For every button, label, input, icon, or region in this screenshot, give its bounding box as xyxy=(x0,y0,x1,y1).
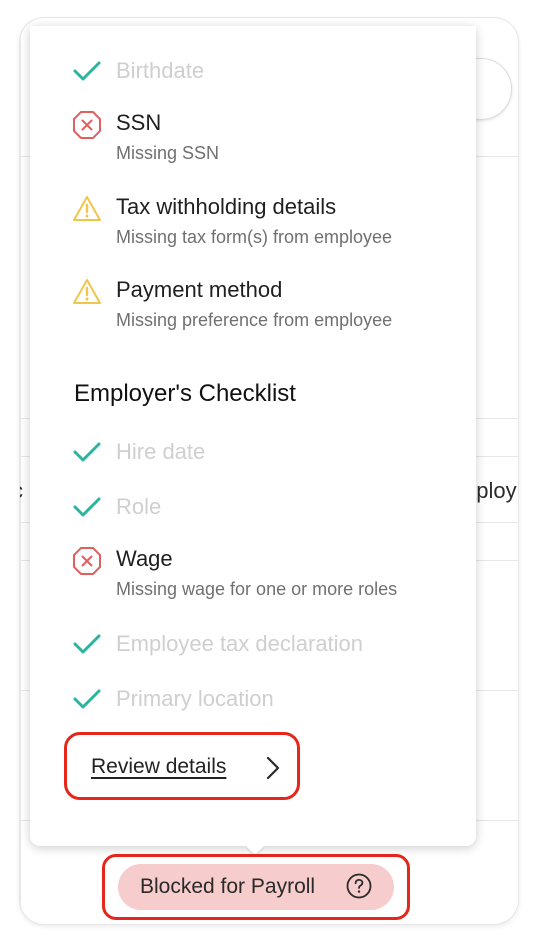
error-octagon-icon xyxy=(73,547,101,575)
checklist-item-title: Role xyxy=(116,494,162,519)
payroll-checklist-popover: Birthdate SSN Missing SSN Tax withholdin… xyxy=(30,26,476,846)
warning-triangle-icon xyxy=(73,196,101,221)
check-icon xyxy=(73,61,101,81)
error-octagon-icon xyxy=(73,111,101,139)
review-details-label: Review details xyxy=(91,755,227,778)
check-icon xyxy=(73,689,101,709)
check-icon xyxy=(73,634,101,654)
check-icon xyxy=(73,442,101,462)
checklist-item-title: Birthdate xyxy=(116,58,205,83)
checklist-item-title: Primary location xyxy=(116,686,274,711)
warning-triangle-icon xyxy=(73,279,101,304)
help-circle-icon[interactable] xyxy=(346,873,372,899)
checklist-item-title: Wage xyxy=(116,546,173,571)
table-cell: c xyxy=(20,478,23,504)
check-icon xyxy=(73,497,101,517)
checklist-item-title: Hire date xyxy=(116,439,206,464)
review-details-link[interactable]: Review details xyxy=(64,732,300,800)
employer-checklist-heading: Employer's Checklist xyxy=(74,380,296,407)
status-badge-highlight: Blocked for Payroll xyxy=(102,854,410,920)
status-badge-label: Blocked for Payroll xyxy=(140,875,316,898)
checklist-item-subtitle: Missing tax form(s) from employee xyxy=(116,227,393,247)
blocked-for-payroll-badge[interactable]: Blocked for Payroll xyxy=(118,864,394,910)
checklist-item-title: SSN xyxy=(116,110,162,135)
checklist-item-title: Payment method xyxy=(116,277,283,302)
divider xyxy=(20,18,21,924)
chevron-right-icon xyxy=(266,756,280,780)
checklist-item-subtitle: Missing wage for one or more roles xyxy=(116,579,398,599)
checklist-item-title: Tax withholding details xyxy=(116,194,337,219)
checklist-item-subtitle: Missing SSN xyxy=(116,143,220,163)
checklist-item-title: Employee tax declaration xyxy=(116,631,364,656)
checklist-item-subtitle: Missing preference from employee xyxy=(116,310,393,330)
